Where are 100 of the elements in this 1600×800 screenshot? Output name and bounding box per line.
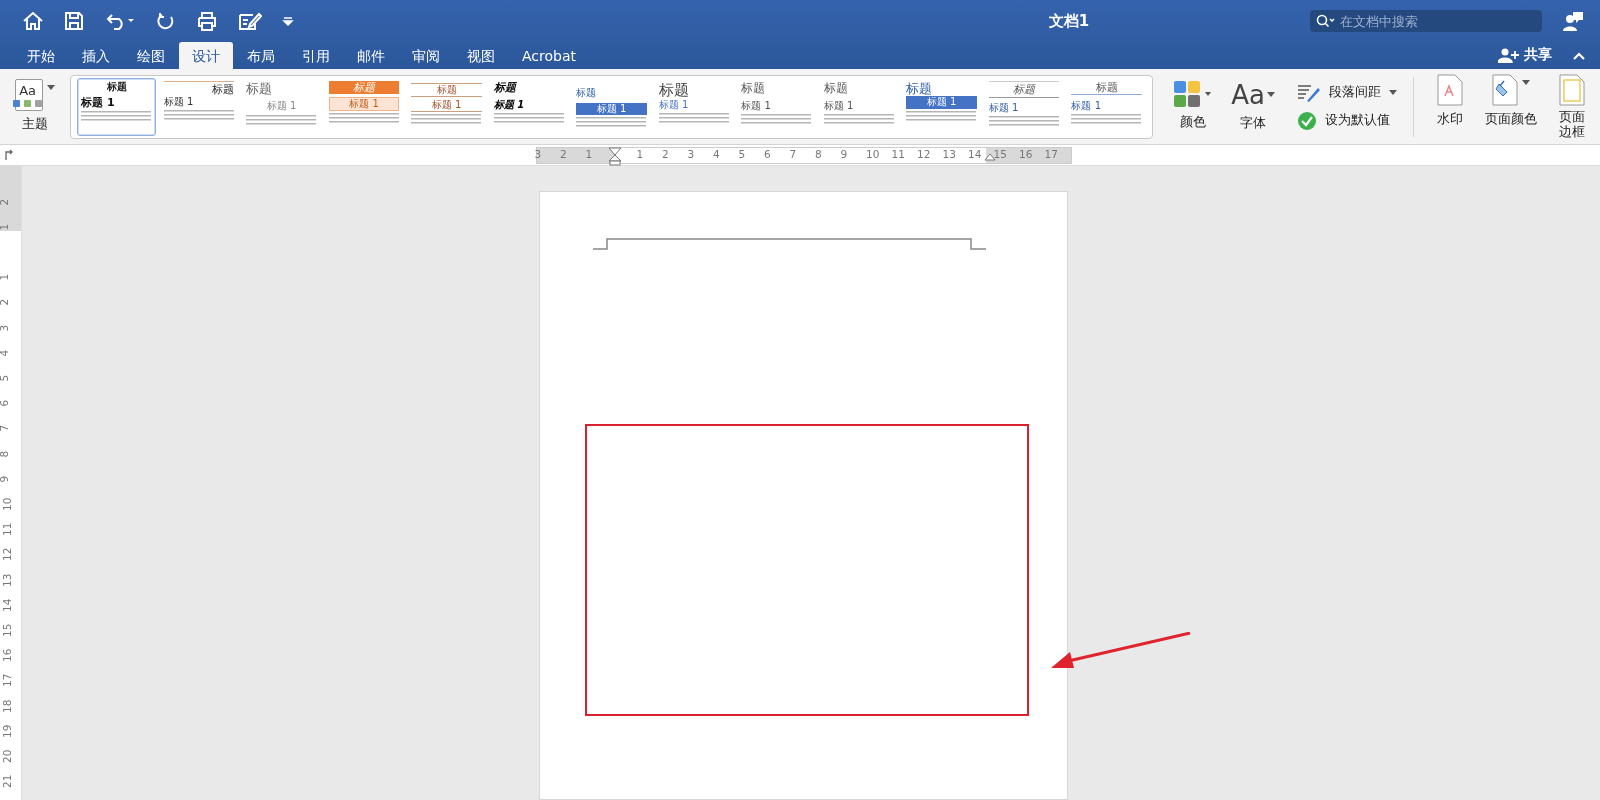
ruler-number: 17 [1044, 149, 1058, 160]
ruler-number: 11 [891, 149, 905, 160]
thumbnail-subheading: 标题 1 [411, 98, 482, 112]
caret-icon [1522, 80, 1530, 87]
ribbon-tab[interactable]: 绘图 [124, 42, 178, 69]
ruler-number: 1 [0, 274, 10, 281]
text-preview-drawing [163, 110, 234, 121]
ruler-number: 2 [662, 149, 669, 160]
right-indent-marker-icon[interactable] [984, 153, 996, 161]
set-default-button[interactable]: 设为默认值 [1297, 110, 1398, 131]
text-preview-drawing [741, 114, 812, 125]
collapse-ribbon-icon[interactable] [1572, 51, 1586, 61]
text-preview-drawing [328, 113, 399, 124]
ribbon-tab[interactable]: 引用 [289, 42, 343, 69]
paragraph-spacing-button[interactable]: 段落间距 [1297, 82, 1398, 103]
thumbnail-subheading: 标题 1 [988, 101, 1019, 115]
ruler-number: 4 [0, 349, 10, 357]
redo-icon [156, 11, 176, 31]
indent-marker-icon[interactable] [608, 147, 622, 166]
caret-icon [47, 85, 56, 92]
thumbnail-heading: 标题 [988, 80, 1060, 98]
colors-button[interactable]: 颜色 [1169, 81, 1218, 132]
thumbnail-subheading: 标题 1 [741, 99, 771, 113]
ruler-number: 9 [840, 149, 848, 160]
thumbnail-subheading: 标题 1 [1071, 99, 1101, 113]
ruler-number: 4 [713, 149, 720, 160]
thumbnail-subheading: 标题 1 [328, 96, 400, 112]
thumbnail-subheading: 标题 1 [906, 96, 977, 109]
caret-icon [1389, 89, 1398, 96]
text-preview-drawing [493, 113, 564, 124]
theme-icon-text: Aa [19, 82, 36, 101]
watermark-button[interactable]: 水印 [1430, 74, 1470, 129]
feedback-person-icon[interactable] [1562, 10, 1584, 32]
page-borders-button[interactable]: 页面边框 [1552, 74, 1592, 139]
ruler-number: 13 [2, 573, 13, 587]
ruler-number: 7 [0, 425, 10, 432]
edit-document-icon [238, 11, 262, 31]
color-palette-icon [1174, 81, 1213, 110]
text-preview-drawing [906, 110, 977, 121]
ruler-number: 17 [2, 673, 13, 688]
ribbon-tab[interactable]: 审阅 [399, 42, 453, 69]
ruler-number: 13 [942, 149, 956, 160]
thumbnail-heading: 标题 [328, 80, 400, 94]
text-preview-drawing [576, 117, 647, 127]
ruler-number: 6 [0, 400, 10, 407]
watermark-document-icon [1437, 74, 1463, 107]
thumbnail-subheading: 标题 1 [163, 95, 194, 109]
thumbnail-heading: 标题 [823, 80, 848, 95]
thumbnail-subheading: 标题 1 [576, 102, 647, 115]
style-thumbnail[interactable]: 标题 标题 1 [77, 77, 156, 136]
ribbon-tab[interactable]: 视图 [454, 42, 508, 69]
text-preview-drawing [658, 113, 729, 123]
thumbnail-subheading: 标题 1 [823, 99, 854, 113]
ruler-number: 2 [560, 149, 567, 160]
ribbon-tab[interactable]: 插入 [69, 42, 123, 69]
ruler-number: 5 [0, 374, 10, 382]
thumbnail-heading: 标题 [411, 82, 482, 97]
ruler-number: 15 [993, 149, 1007, 160]
ribbon-tab[interactable]: 邮件 [344, 42, 398, 69]
window-title: 文档1 [1048, 12, 1090, 30]
ruler-number: 1 [585, 149, 593, 160]
ruler-number: 10 [2, 497, 13, 511]
thumbnail-heading: 标题 [163, 80, 235, 96]
share-button[interactable]: 共享 [1492, 44, 1558, 65]
ruler-number: 12 [2, 547, 13, 562]
thumbnail-heading: 标题 [906, 80, 933, 97]
ruler-number: 12 [917, 149, 931, 160]
ruler-number: 19 [2, 724, 13, 738]
theme-button[interactable]: Aa 主题 [8, 79, 63, 134]
home-icon [22, 11, 44, 31]
ribbon-tab[interactable]: 设计 [179, 42, 233, 69]
font-icon-text: Aa [1231, 80, 1265, 111]
text-preview-drawing [1071, 114, 1142, 125]
thumbnail-heading: 标题 [1071, 80, 1142, 95]
ruler-number: 10 [866, 149, 880, 160]
search-field[interactable]: 在文档中搜索 [1310, 10, 1542, 32]
ribbon-tab[interactable]: 布局 [234, 42, 288, 69]
person-plus-icon [1498, 46, 1520, 63]
tab-stop-icon[interactable] [4, 148, 14, 160]
text-preview-drawing [81, 111, 152, 122]
ruler-number: 1 [636, 149, 644, 160]
checkmark-icon [1297, 110, 1318, 131]
paragraph-brush-icon [1297, 82, 1322, 103]
ruler-number: 11 [2, 522, 13, 537]
ruler-number: 14 [968, 149, 982, 160]
ruler-number: 21 [2, 774, 13, 789]
thumbnail-heading: 标题 [658, 80, 689, 99]
ruler-number: 3 [687, 149, 695, 160]
page-color-button[interactable]: 页面颜色 [1478, 74, 1544, 129]
text-preview-drawing [411, 114, 482, 124]
ruler-number: 15 [2, 623, 13, 637]
thumbnail-subheading: 标题 1 [266, 100, 297, 113]
ribbon-tab[interactable]: Acrobat [509, 42, 589, 69]
paint-bucket-document-icon [1492, 74, 1518, 107]
ribbon-tab[interactable]: 开始 [14, 42, 68, 69]
print-icon [196, 11, 218, 31]
fonts-button[interactable]: Aa 字体 [1225, 80, 1282, 133]
text-preview-drawing [988, 116, 1059, 127]
ruler-number: 16 [2, 648, 13, 663]
ruler-number: 2 [0, 299, 10, 306]
